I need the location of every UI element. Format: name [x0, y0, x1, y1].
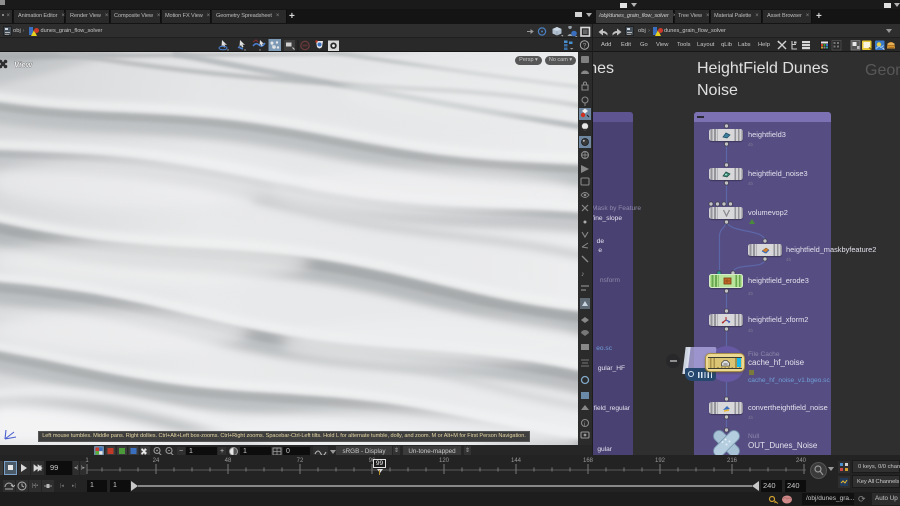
svg-text:144: 144	[511, 458, 522, 464]
svg-text:48: 48	[225, 458, 232, 464]
svg-text:1: 1	[85, 458, 89, 464]
svg-text:240: 240	[796, 458, 807, 464]
svg-text:192: 192	[655, 458, 666, 464]
svg-text:View: View	[14, 61, 33, 70]
svg-text:120: 120	[439, 458, 450, 464]
svg-text:i: i	[584, 422, 585, 428]
svg-text:72: 72	[297, 458, 304, 464]
svg-text:216: 216	[727, 458, 738, 464]
svg-text:24: 24	[153, 458, 160, 464]
svg-text:?: ?	[583, 42, 587, 49]
svg-text:168: 168	[583, 458, 594, 464]
svg-text:♪: ♪	[581, 271, 585, 278]
